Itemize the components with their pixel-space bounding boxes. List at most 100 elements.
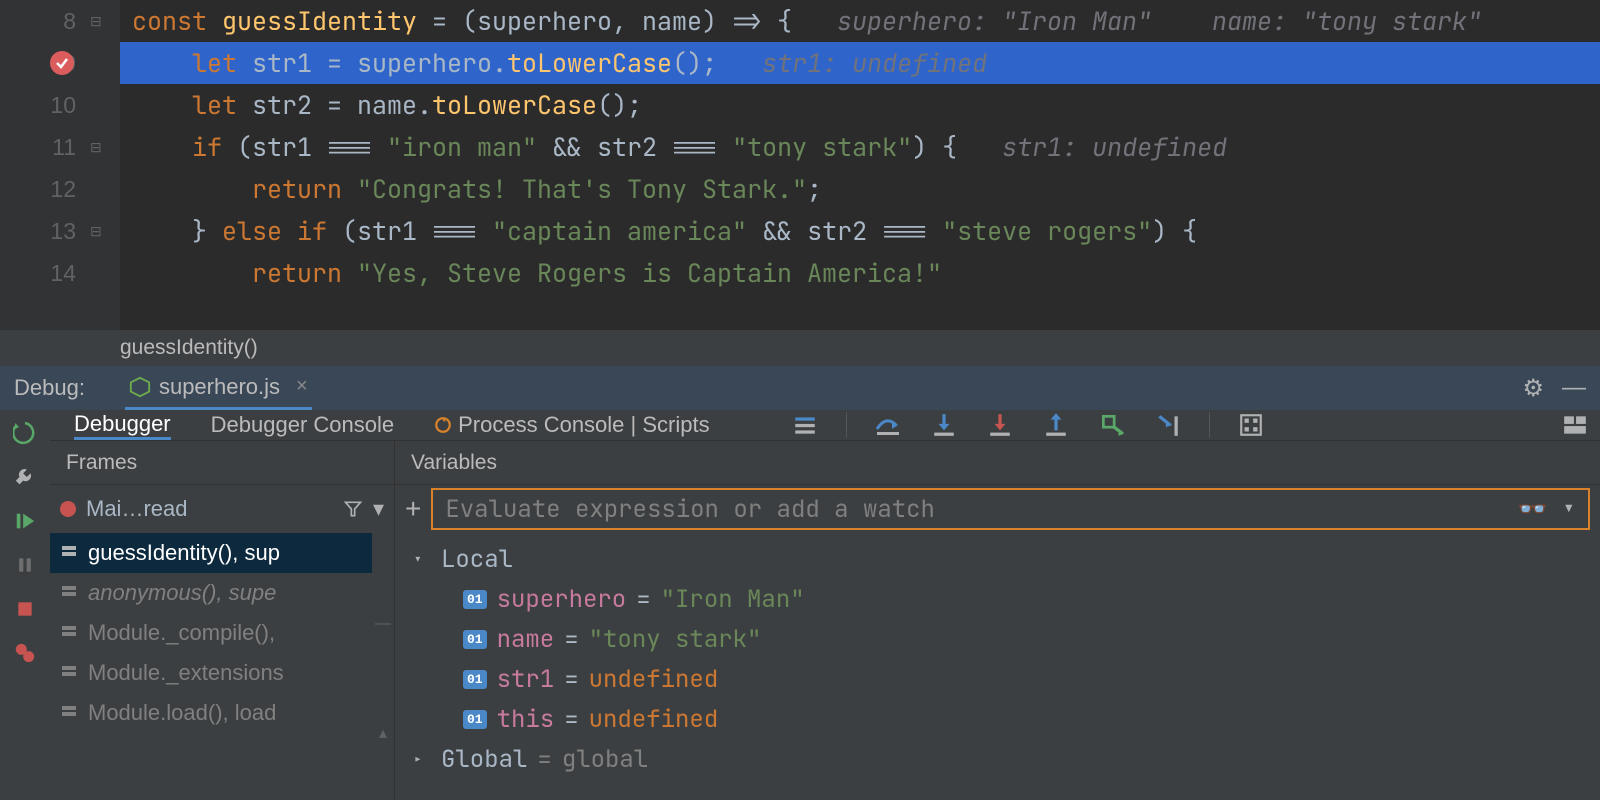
stackframe-icon [60,703,80,723]
gutter-row: 8⊟ [0,0,120,42]
code-editor[interactable]: 8⊟ 9 10 11⊟ 12 13⊟ 14 const guessIdentit… [0,0,1600,330]
type-badge-icon: 01 [463,590,487,609]
force-step-into-icon[interactable] [985,410,1015,440]
code-line[interactable]: if (str1 === "iron man" && str2 === "ton… [120,126,1600,168]
thread-name: Mai…read [86,496,187,522]
line-number: 13 [40,218,76,245]
line-number: 8 [40,8,76,35]
debug-side-toolbar [0,410,50,800]
chevron-right-icon[interactable]: ▸ [413,749,431,770]
frames-header: Frames [50,441,394,485]
code-line[interactable]: return "Yes, Steve Rogers is Captain Ame… [120,252,1600,294]
chevron-down-icon[interactable]: ▾ [373,496,384,522]
run-to-cursor-icon[interactable] [1153,410,1183,440]
resume-icon[interactable] [12,508,38,534]
inline-hint: str1: undefined [957,130,1227,164]
rerun-icon[interactable] [12,420,38,446]
layout-settings-icon[interactable] [1560,410,1590,440]
frame-item[interactable]: Module._extensions [50,653,372,693]
frame-item[interactable]: Module.load(), load [50,693,372,733]
code-line[interactable]: return "Congrats! That's Tony Stark."; [120,168,1600,210]
step-into-icon[interactable] [929,410,959,440]
nodejs-icon [129,376,151,398]
fold-icon[interactable]: ⊟ [90,223,108,240]
frame-item[interactable]: guessIdentity(), sup [50,533,372,573]
scroll-minus-icon[interactable]: — [375,615,391,633]
debug-tabs: Debugger Debugger Console Process Consol… [50,410,1600,441]
debug-toolwindow-header: Debug: superhero.js × ⚙ — [0,366,1600,410]
stackframe-icon [60,583,80,603]
step-out-icon[interactable] [1041,410,1071,440]
breakpoint-icon[interactable] [50,51,74,75]
variable-row[interactable]: 01name = "tony stark" [413,619,1600,659]
scope-global[interactable]: ▸Global = global [413,739,1600,779]
wrench-icon[interactable] [12,464,38,490]
line-number: 10 [40,92,76,119]
line-number: 11 [40,134,76,161]
fold-icon[interactable]: ⊟ [90,139,108,156]
stackframe-icon [60,543,80,563]
gutter-row: 13 ⊟ [0,210,120,252]
code-line-current[interactable]: let str1 = superhero.toLowerCase(); str1… [120,42,1600,84]
code-line[interactable]: } else if (str1 === "captain america" &&… [120,210,1600,252]
minimize-icon[interactable]: — [1562,374,1586,402]
type-badge-icon: 01 [463,670,487,689]
evaluate-expression-icon[interactable] [1236,410,1266,440]
scope-local[interactable]: ▾Local [413,539,1600,579]
debug-title: Debug: [14,375,85,401]
show-execution-point-icon[interactable] [790,410,820,440]
session-name: superhero.js [159,374,280,400]
breadcrumb[interactable]: guessIdentity() [0,330,1600,366]
stop-icon[interactable] [12,596,38,622]
frame-item[interactable]: Module._compile(), [50,613,372,653]
gutter-row: 12 [0,168,120,210]
step-over-icon[interactable] [873,410,903,440]
filter-icon[interactable] [343,499,363,519]
thread-status-icon [60,501,76,517]
variable-row[interactable]: 01superhero = "Iron Man" [413,579,1600,619]
line-number: 12 [40,176,76,203]
variable-row[interactable]: 01this = undefined [413,699,1600,739]
variables-tree[interactable]: ▾Local 01superhero = "Iron Man" 01name =… [395,533,1600,800]
add-watch-icon[interactable]: + [405,493,421,525]
tab-debugger[interactable]: Debugger [74,410,171,440]
line-number: 14 [40,260,76,287]
chevron-down-icon[interactable]: ▾ [1562,494,1576,525]
evaluate-expression-input[interactable]: Evaluate expression or add a watch 👓 ▾ [431,488,1590,530]
inline-hint: superhero: "Iron Man" name: "tony stark" [792,4,1482,38]
fold-icon[interactable]: ⊟ [90,13,108,30]
tab-debugger-console[interactable]: Debugger Console [211,410,394,440]
close-icon[interactable]: × [296,375,308,398]
gutter-row: 11 ⊟ [0,126,120,168]
variables-pane: Variables + Evaluate expression or add a… [395,441,1600,800]
thread-selector[interactable]: Mai…read ▾ [50,485,394,533]
placeholder-text: Evaluate expression or add a watch [445,494,935,525]
variables-header: Variables [395,441,1600,485]
scroll-up-icon[interactable]: ▴ [379,723,387,743]
gear-icon[interactable]: ⚙ [1522,374,1544,403]
gutter-row: 9 [0,42,120,84]
frame-item[interactable]: anonymous(), supe [50,573,372,613]
code-line[interactable]: const guessIdentity = (superhero, name) … [120,0,1600,42]
gutter-row: 10 [0,84,120,126]
chevron-down-icon[interactable]: ▾ [413,549,431,570]
code-area[interactable]: const guessIdentity = (superhero, name) … [120,0,1600,330]
frame-list[interactable]: guessIdentity(), sup anonymous(), supe M… [50,533,372,800]
debug-session-tab[interactable]: superhero.js × [125,366,312,410]
gutter-row: 14 [0,252,120,294]
type-badge-icon: 01 [463,630,487,649]
view-breakpoints-icon[interactable] [12,640,38,666]
variable-row[interactable]: 01str1 = undefined [413,659,1600,699]
inline-hint: str1: undefined [717,46,987,80]
stackframe-icon [60,663,80,683]
drop-frame-icon[interactable] [1097,410,1127,440]
pause-icon[interactable] [12,552,38,578]
tab-process-console[interactable]: Process Console | Scripts [434,410,709,440]
code-line[interactable]: let str2 = name.toLowerCase(); [120,84,1600,126]
type-badge-icon: 01 [463,710,487,729]
frame-scroll[interactable]: — ▴ [372,533,394,800]
frames-pane: Frames Mai…read ▾ guessIdentity(), sup a… [50,441,395,800]
glasses-icon[interactable]: 👓 [1518,494,1548,525]
gutter: 8⊟ 9 10 11⊟ 12 13⊟ 14 [0,0,120,330]
stackframe-icon [60,623,80,643]
